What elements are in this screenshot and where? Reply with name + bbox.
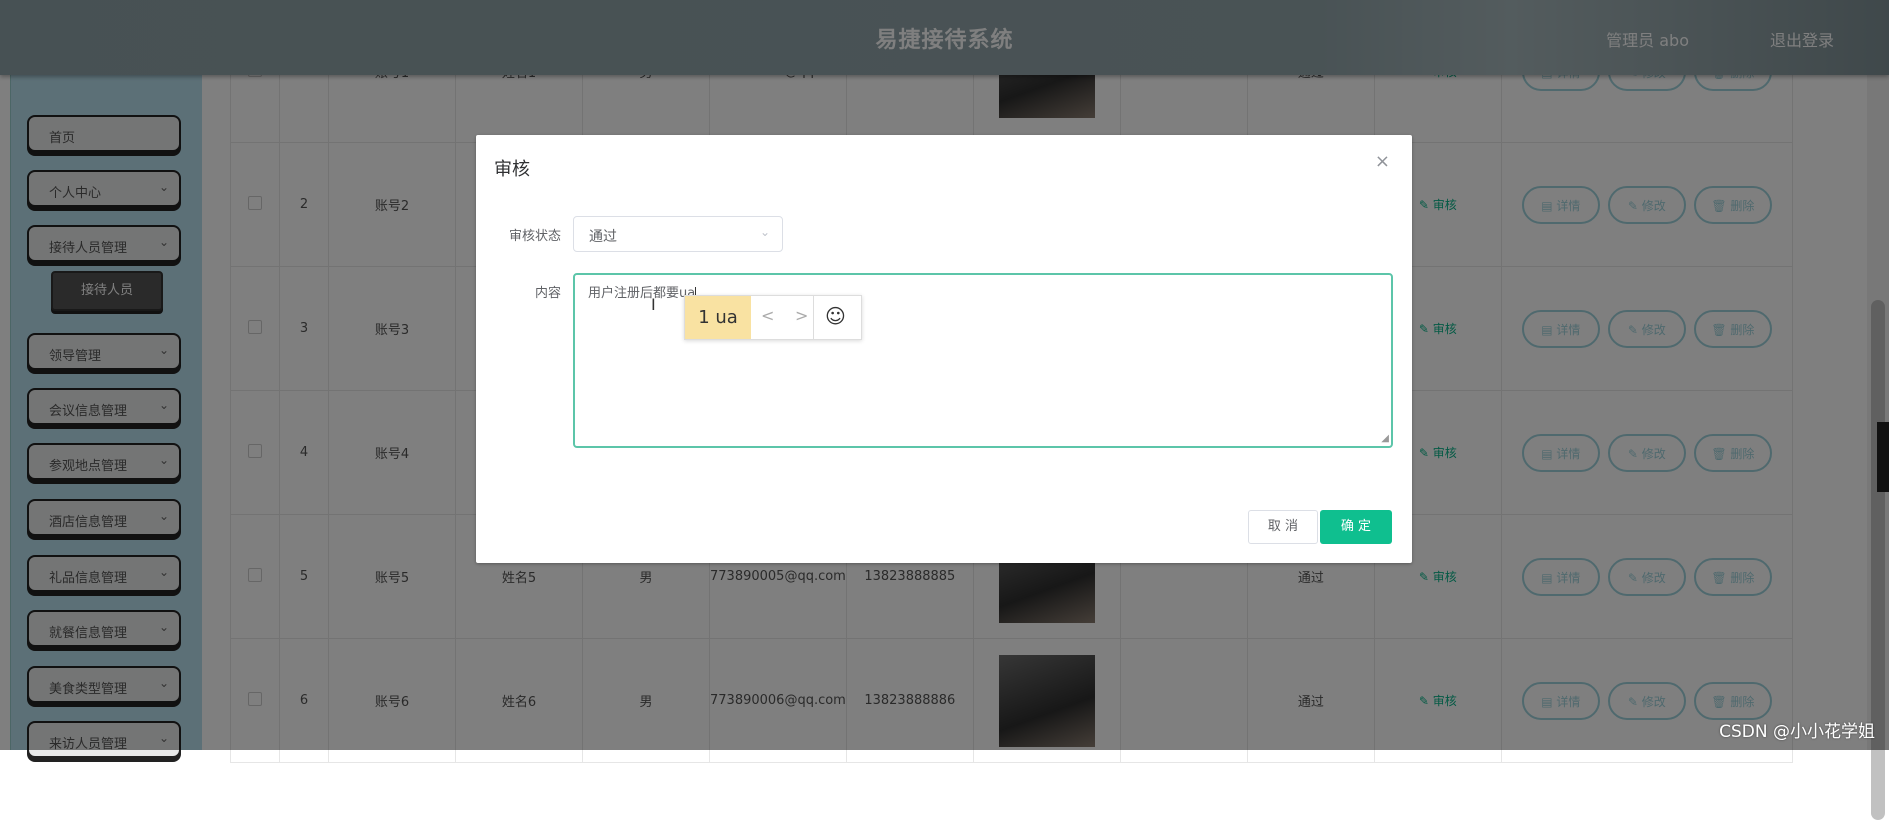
ime-candidate-popup[interactable]: 1 ua < > ☺: [684, 295, 862, 340]
dialog-title: 审核: [494, 159, 530, 180]
close-icon[interactable]: ×: [1375, 151, 1390, 172]
chevron-right-icon[interactable]: >: [795, 306, 808, 325]
watermark: CSDN @小小花学姐: [1719, 722, 1875, 742]
resize-grip-icon[interactable]: ◢: [1381, 433, 1389, 444]
content-label: 内容: [534, 286, 561, 301]
audit-status-label: 审核状态: [508, 229, 561, 244]
audit-dialog: 审核 × 审核状态 通过 ⌄ 内容 用户注册后都要ua ◢ I 1 ua < >…: [476, 135, 1412, 563]
audit-status-select[interactable]: 通过 ⌄: [573, 216, 783, 252]
chevron-down-icon: ⌄: [759, 225, 770, 239]
chevron-left-icon[interactable]: <: [761, 306, 774, 325]
ibeam-cursor-icon: I: [651, 295, 656, 314]
audit-status-value: 通过: [589, 229, 617, 245]
confirm-button[interactable]: 确 定: [1320, 510, 1392, 544]
divider: [813, 296, 814, 339]
content-text: 用户注册后都要ua: [588, 286, 696, 301]
ime-candidate[interactable]: 1 ua: [685, 296, 751, 339]
cancel-button[interactable]: 取 消: [1248, 510, 1318, 544]
emoji-icon[interactable]: ☺: [825, 304, 846, 328]
